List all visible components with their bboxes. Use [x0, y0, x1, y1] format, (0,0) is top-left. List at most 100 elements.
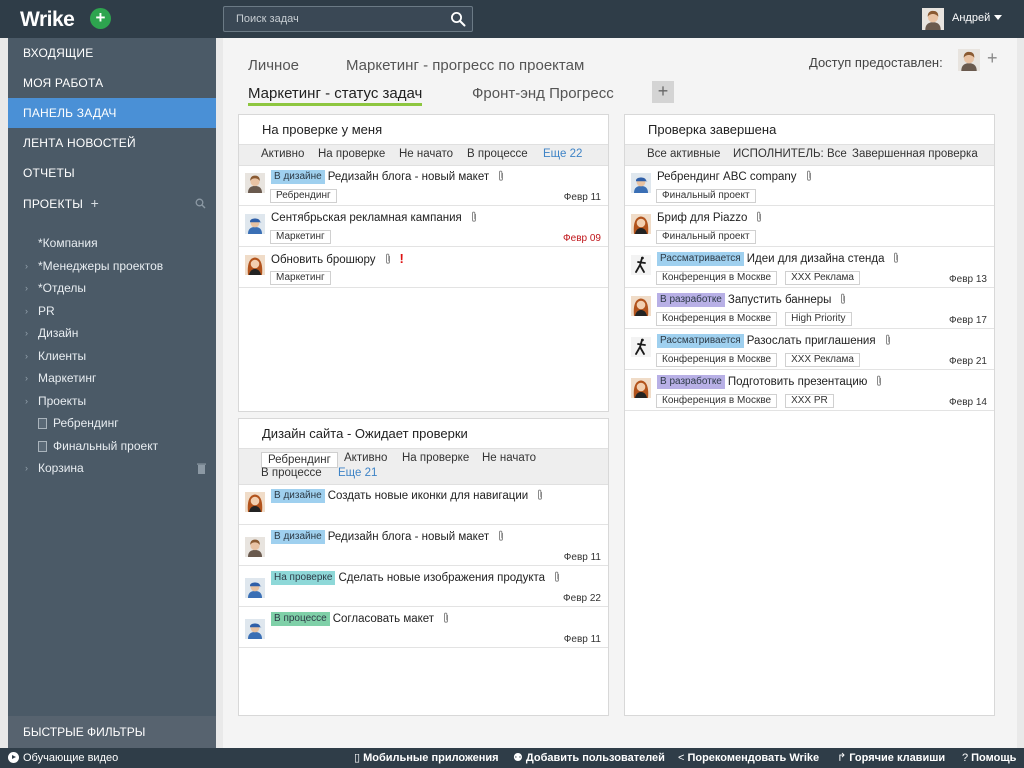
expand-arrow-icon[interactable]: ›: [25, 345, 28, 368]
filter-in-review[interactable]: На проверке: [402, 452, 469, 464]
task-row[interactable]: В разработке Запустить баннеры Конференци…: [625, 288, 994, 329]
expand-arrow-icon[interactable]: ›: [25, 390, 28, 413]
add-tab-button[interactable]: +: [652, 81, 674, 103]
tag[interactable]: Маркетинг: [270, 271, 331, 285]
folder-pr[interactable]: › PR: [8, 300, 216, 323]
tag[interactable]: Конференция в Москве: [656, 312, 778, 326]
add-project-icon[interactable]: +: [91, 188, 99, 218]
share-add-button[interactable]: +: [987, 48, 998, 69]
search-input[interactable]: [224, 7, 444, 31]
shared-user-avatar[interactable]: [958, 48, 980, 72]
expand-arrow-icon[interactable]: ›: [25, 367, 28, 390]
hotkeys-link[interactable]: ↱ Горячие клавиши: [837, 748, 945, 768]
task-title[interactable]: Разослать приглашения: [747, 335, 876, 347]
task-title[interactable]: Ребрендинг ABC company: [657, 171, 797, 183]
task-row[interactable]: В дизайне Редизайн блога - новый макет Ре…: [239, 165, 608, 206]
folder-project-managers[interactable]: › *Менеджеры проектов: [8, 255, 216, 278]
tag[interactable]: Конференция в Москве: [656, 394, 778, 408]
project-final[interactable]: Финальный проект: [8, 435, 216, 458]
task-row[interactable]: В дизайне Создать новые иконки для навига…: [239, 484, 608, 525]
nav-my-work[interactable]: МОЯ РАБОТА: [8, 68, 216, 98]
tag[interactable]: Конференция в Москве: [656, 353, 778, 367]
add-users-link[interactable]: ⚉ Добавить пользователей: [513, 748, 665, 768]
expand-arrow-icon[interactable]: ›: [25, 322, 28, 345]
task-title[interactable]: Запустить баннеры: [728, 294, 832, 306]
tag[interactable]: Финальный проект: [656, 230, 756, 244]
expand-arrow-icon[interactable]: ›: [25, 255, 28, 278]
task-title[interactable]: Обновить брошюру: [271, 254, 376, 266]
task-row[interactable]: На проверке Сделать новые изображения про…: [239, 566, 608, 607]
task-row[interactable]: Ребрендинг ABC company Финальный проект: [625, 165, 994, 206]
tag[interactable]: Конференция в Москве: [656, 271, 778, 285]
quick-filters[interactable]: БЫСТРЫЕ ФИЛЬТРЫ: [8, 716, 216, 748]
nav-reports[interactable]: ОТЧЕТЫ: [8, 158, 216, 188]
task-title[interactable]: Идеи для дизайна стенда: [747, 253, 885, 265]
help-link[interactable]: ? Помощь: [962, 748, 1016, 768]
task-title[interactable]: Подготовить презентацию: [728, 376, 868, 388]
filter-active[interactable]: Активно: [344, 452, 387, 464]
task-row[interactable]: В процессе Согласовать макет Февр 11: [239, 607, 608, 648]
filter-assignee[interactable]: ИСПОЛНИТЕЛЬ: Все: [733, 148, 847, 160]
folder-design[interactable]: › Дизайн: [8, 322, 216, 345]
search-icon[interactable]: [195, 198, 206, 209]
filter-not-started[interactable]: Не начато: [482, 452, 536, 464]
nav-projects[interactable]: ПРОЕКТЫ +: [8, 188, 216, 218]
filter-not-started[interactable]: Не начато: [399, 148, 453, 160]
filter-more[interactable]: Еще 21: [338, 467, 377, 479]
tag[interactable]: Маркетинг: [270, 230, 331, 244]
task-row[interactable]: Обновить брошюру! Маркетинг: [239, 247, 608, 288]
recommend-link[interactable]: < Порекомендовать Wrike: [678, 748, 819, 768]
task-row[interactable]: Бриф для Piazzo Финальный проект: [625, 206, 994, 247]
filter-all-active[interactable]: Все активные: [647, 148, 720, 160]
tag[interactable]: XXX Реклама: [785, 271, 860, 285]
filter-completed-review[interactable]: Завершенная проверка: [852, 148, 978, 160]
folder-company[interactable]: *Компания: [8, 232, 216, 255]
filter-in-progress[interactable]: В процессе: [261, 467, 322, 479]
tab-marketing-progress[interactable]: Маркетинг - прогресс по проектам: [346, 57, 584, 74]
filter-in-progress[interactable]: В процессе: [467, 148, 528, 160]
nav-dashboard[interactable]: ПАНЕЛЬ ЗАДАЧ: [8, 98, 216, 128]
tab-marketing-status[interactable]: Маркетинг - статус задач: [248, 85, 423, 106]
tag[interactable]: Финальный проект: [656, 189, 756, 203]
folder-clients[interactable]: › Клиенты: [8, 345, 216, 368]
expand-arrow-icon[interactable]: ›: [25, 300, 28, 323]
task-row[interactable]: Рассматривается Идеи для дизайна стенда К…: [625, 247, 994, 288]
user-name[interactable]: Андрей: [952, 12, 990, 24]
filter-rebranding[interactable]: Ребрендинг: [261, 452, 338, 468]
tag[interactable]: Ребрендинг: [270, 189, 337, 203]
tab-personal[interactable]: Личное: [248, 57, 299, 74]
folder-projects[interactable]: › Проекты: [8, 390, 216, 413]
tag[interactable]: High Priority: [785, 312, 852, 326]
task-title[interactable]: Редизайн блога - новый макет: [328, 171, 489, 183]
create-new-button[interactable]: +: [90, 8, 111, 29]
trash-icon[interactable]: [197, 463, 206, 474]
task-row[interactable]: В дизайне Редизайн блога - новый макет Фе…: [239, 525, 608, 566]
folder-trash[interactable]: › Корзина: [8, 457, 216, 480]
filter-active[interactable]: Активно: [261, 148, 304, 160]
task-title[interactable]: Сентябрьская рекламная кампания: [271, 212, 462, 224]
task-title[interactable]: Бриф для Piazzo: [657, 212, 747, 224]
expand-arrow-icon[interactable]: ›: [25, 457, 28, 480]
task-row[interactable]: Рассматривается Разослать приглашения Кон…: [625, 329, 994, 370]
folder-marketing[interactable]: › Маркетинг: [8, 367, 216, 390]
tag[interactable]: XXX Реклама: [785, 353, 860, 367]
mobile-apps-link[interactable]: ▯ Мобильные приложения: [354, 748, 499, 768]
search-icon[interactable]: [450, 11, 466, 27]
tab-frontend-progress[interactable]: Фронт-энд Прогресс: [472, 85, 614, 102]
task-row[interactable]: Сентябрьская рекламная кампания Маркетин…: [239, 206, 608, 247]
task-row[interactable]: В разработке Подготовить презентацию Конф…: [625, 370, 994, 411]
task-title[interactable]: Согласовать макет: [333, 613, 434, 625]
projects-label[interactable]: ПРОЕКТЫ: [23, 197, 83, 211]
task-title[interactable]: Редизайн блога - новый макет: [328, 531, 489, 543]
folder-departments[interactable]: › *Отделы: [8, 277, 216, 300]
tutorial-videos-link[interactable]: Обучающие видео: [8, 748, 118, 768]
tag[interactable]: XXX PR: [785, 394, 834, 408]
chevron-down-icon[interactable]: [994, 15, 1002, 20]
wrike-logo[interactable]: Wrike: [20, 8, 75, 32]
task-title[interactable]: Сделать новые изображения продукта: [338, 572, 545, 584]
user-menu[interactable]: Андрей: [922, 7, 1002, 31]
expand-arrow-icon[interactable]: ›: [25, 277, 28, 300]
nav-activity-stream[interactable]: ЛЕНТА НОВОСТЕЙ: [8, 128, 216, 158]
project-rebranding[interactable]: Ребрендинг: [8, 412, 216, 435]
filter-more[interactable]: Еще 22: [543, 148, 582, 160]
